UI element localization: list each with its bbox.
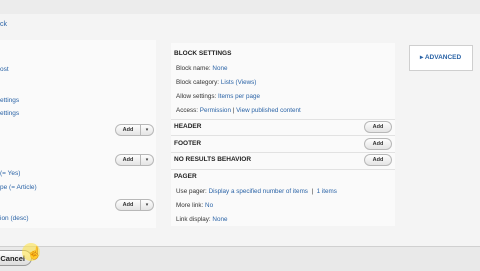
left-item[interactable]: ettings <box>0 110 19 117</box>
block-name-label: Block name: <box>176 65 213 72</box>
divider <box>171 119 395 120</box>
back-link[interactable]: ck <box>0 21 7 28</box>
use-pager-row: Use pager: Display a specified number of… <box>176 188 337 195</box>
chevron-down-icon[interactable]: ▾ <box>141 154 154 166</box>
access-separator: | <box>232 107 235 114</box>
no-results-add-button[interactable]: Add <box>364 154 392 166</box>
advanced-toggle[interactable]: ▸ ADVANCED <box>409 45 473 71</box>
allow-settings-row: Allow settings: Items per page <box>176 93 260 100</box>
block-category-label: Block category: <box>176 79 221 86</box>
link-display-link[interactable]: None <box>212 216 227 223</box>
items-link[interactable]: 1 items <box>317 188 337 195</box>
add-dropbutton[interactable]: Add ▾ <box>115 124 154 136</box>
more-link-label: More link: <box>176 202 206 209</box>
link-display-label: Link display: <box>176 216 213 223</box>
chevron-down-icon[interactable]: ▾ <box>141 124 154 136</box>
left-item[interactable]: (= Yes) <box>0 170 20 177</box>
access-label: Access: <box>176 107 200 114</box>
use-pager-label: Use pager: <box>176 188 209 195</box>
access-row: Access: Permission | View published cont… <box>176 107 301 114</box>
footer-add-button[interactable]: Add <box>364 138 392 150</box>
block-category-link[interactable]: Lists (Views) <box>221 79 257 86</box>
pager-separator: | <box>311 188 314 195</box>
left-item[interactable]: ettings <box>0 97 19 104</box>
block-name-link[interactable]: None <box>212 65 227 72</box>
divider <box>171 135 395 136</box>
left-item[interactable]: pe (= Article) <box>0 184 37 191</box>
view-published-link[interactable]: View published content <box>236 107 301 114</box>
add-button[interactable]: Add <box>115 199 141 211</box>
allow-settings-label: Allow settings: <box>176 93 218 100</box>
block-category-row: Block category: Lists (Views) <box>176 79 256 86</box>
chevron-down-icon[interactable]: ▾ <box>141 199 154 211</box>
block-name-row: Block name: None <box>176 65 227 72</box>
left-item[interactable]: ost <box>0 66 9 73</box>
add-button[interactable]: Add <box>115 124 141 136</box>
hand-cursor-icon: ☝ <box>27 246 42 260</box>
divider <box>171 152 395 153</box>
access-link[interactable]: Permission <box>200 107 231 114</box>
block-settings-heading: BLOCK SETTINGS <box>174 50 232 57</box>
footer-bar <box>0 246 480 271</box>
top-bar <box>0 0 480 15</box>
header-section-heading: HEADER <box>174 123 202 130</box>
pager-heading: PAGER <box>174 173 197 180</box>
left-item[interactable]: ion (desc) <box>0 215 29 222</box>
divider <box>171 169 395 170</box>
add-button[interactable]: Add <box>115 154 141 166</box>
link-display-row: Link display: None <box>176 216 227 223</box>
footer-section-heading: FOOTER <box>174 140 202 147</box>
add-dropbutton[interactable]: Add ▾ <box>115 199 154 211</box>
left-column: ost ettings ettings Add ▾ Add ▾ (= Yes) … <box>0 40 158 228</box>
allow-settings-link[interactable]: Items per page <box>218 93 260 100</box>
use-pager-link[interactable]: Display a specified number of items <box>209 188 308 195</box>
no-results-heading: NO RESULTS BEHAVIOR <box>174 156 252 163</box>
header-add-button[interactable]: Add <box>364 121 392 133</box>
more-link-value[interactable]: No <box>205 202 213 209</box>
more-link-row: More link: No <box>176 202 213 209</box>
add-dropbutton[interactable]: Add ▾ <box>115 154 154 166</box>
